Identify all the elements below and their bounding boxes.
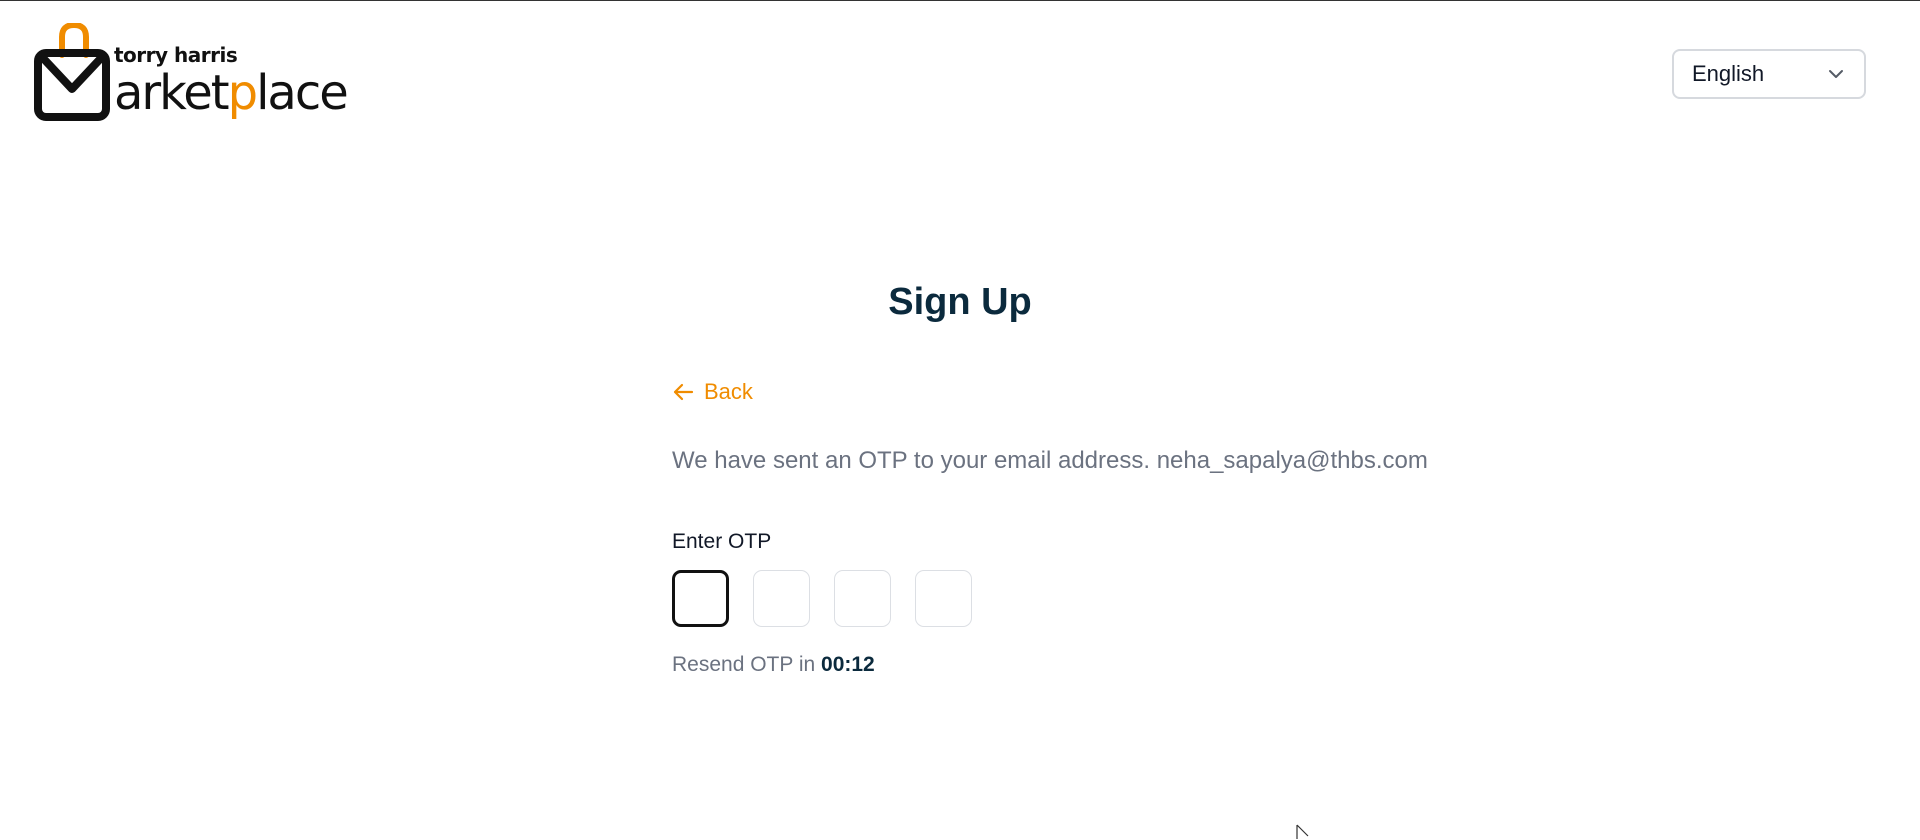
logo-large-text: arketplace — [114, 65, 349, 121]
back-link[interactable]: Back — [672, 379, 753, 405]
language-select-value: English — [1692, 61, 1765, 86]
mouse-cursor-icon — [1296, 824, 1309, 839]
chevron-down-icon — [1829, 70, 1843, 78]
logo-small-text: torry harris — [114, 43, 238, 67]
marketplace-logo: torry harris arketplace — [34, 23, 349, 123]
otp-digit-2[interactable] — [753, 570, 810, 627]
arrow-left-icon — [673, 383, 694, 401]
shopping-bag-icon — [34, 23, 110, 121]
otp-digit-1[interactable] — [672, 570, 729, 627]
resend-otp-label: Resend OTP in — [672, 653, 822, 676]
otp-digit-4[interactable] — [915, 570, 972, 627]
resend-timer: 00:12 — [821, 653, 875, 676]
resend-otp-text: Resend OTP in 00:12 — [672, 653, 875, 677]
otp-digit-3[interactable] — [834, 570, 891, 627]
otp-input-group — [672, 570, 972, 627]
otp-sent-message: We have sent an OTP to your email addres… — [672, 447, 1428, 474]
language-select[interactable]: English — [1672, 49, 1866, 99]
otp-label: Enter OTP — [672, 530, 772, 553]
back-label: Back — [704, 379, 753, 404]
page-title: Sign Up — [888, 281, 1032, 323]
